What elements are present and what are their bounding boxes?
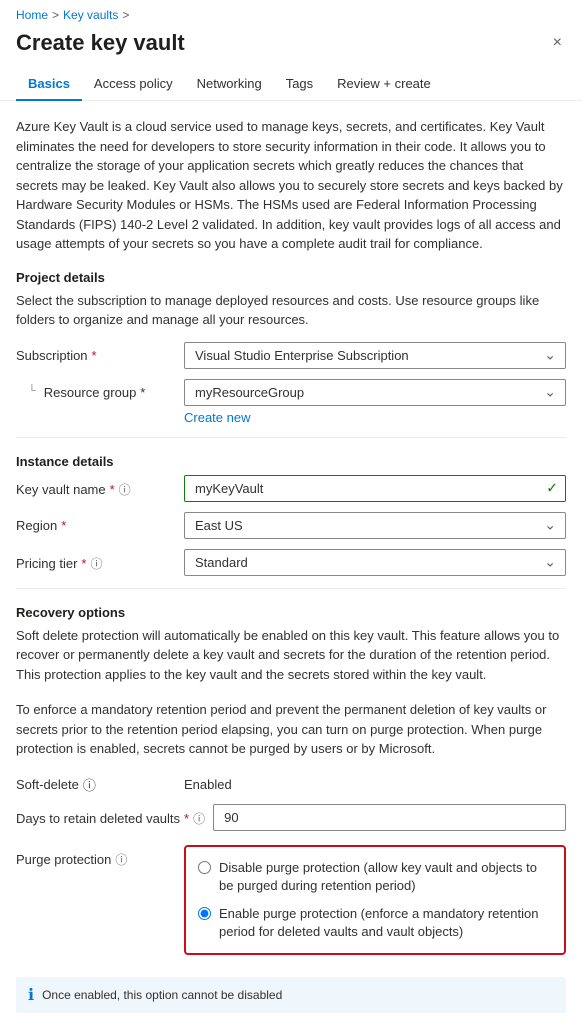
description-text: Azure Key Vault is a cloud service used … xyxy=(16,117,566,254)
days-retain-info-icon[interactable]: ⓘ xyxy=(193,810,205,827)
page-header: Create key vault × xyxy=(0,26,582,68)
info-banner-icon: ℹ xyxy=(28,985,34,1005)
subscription-select-wrapper: Visual Studio Enterprise Subscription xyxy=(184,342,566,369)
project-details-header: Project details xyxy=(16,270,566,285)
resource-group-label: Resource group xyxy=(44,385,137,400)
key-vault-name-input-wrapper: ✓ xyxy=(184,475,566,502)
breadcrumb: Home > Key vaults > xyxy=(0,0,582,26)
soft-delete-row: Soft-delete ⓘ Enabled xyxy=(16,775,566,794)
purge-protection-label: Purge protection ⓘ xyxy=(16,841,176,868)
pricing-tier-label: Pricing tier * ⓘ xyxy=(16,549,176,572)
resource-group-control: myResourceGroup Create new xyxy=(184,379,566,425)
breadcrumb-home[interactable]: Home xyxy=(16,8,48,22)
subscription-label: Subscription * xyxy=(16,342,176,363)
pricing-tier-control: Standard xyxy=(184,549,566,576)
tab-bar: Basics Access policy Networking Tags Rev… xyxy=(0,68,582,101)
key-vault-name-control: ✓ xyxy=(184,475,566,502)
divider-1 xyxy=(16,437,566,438)
purge-enable-option: Enable purge protection (enforce a manda… xyxy=(198,905,552,941)
subscription-row: Subscription * Visual Studio Enterprise … xyxy=(16,342,566,369)
divider-2 xyxy=(16,588,566,589)
breadcrumb-sep2: > xyxy=(122,8,129,22)
purge-enable-label: Enable purge protection (enforce a manda… xyxy=(219,905,552,941)
soft-delete-value: Enabled xyxy=(184,777,232,792)
resource-group-row: └ Resource group * myResourceGroup Creat… xyxy=(16,379,566,425)
resource-group-required: * xyxy=(140,385,145,400)
days-retain-control xyxy=(213,804,566,831)
key-vault-name-info-icon[interactable]: ⓘ xyxy=(119,481,131,498)
days-retain-label: Days to retain deleted vaults * ⓘ xyxy=(16,804,205,827)
purge-protection-options: Disable purge protection (allow key vaul… xyxy=(184,841,566,968)
purge-protection-row: Purge protection ⓘ Disable purge protect… xyxy=(16,841,566,968)
info-banner: ℹ Once enabled, this option cannot be di… xyxy=(16,977,566,1013)
subscription-select[interactable]: Visual Studio Enterprise Subscription xyxy=(184,342,566,369)
recovery-text-2: To enforce a mandatory retention period … xyxy=(16,700,566,759)
region-select-wrapper: East US xyxy=(184,512,566,539)
main-content: Azure Key Vault is a cloud service used … xyxy=(0,101,582,1029)
purge-disable-option: Disable purge protection (allow key vaul… xyxy=(198,859,552,895)
resource-group-select[interactable]: myResourceGroup xyxy=(184,379,566,406)
region-label: Region * xyxy=(16,512,176,533)
tab-access-policy[interactable]: Access policy xyxy=(82,68,185,101)
recovery-options-header: Recovery options xyxy=(16,605,566,620)
close-button[interactable]: × xyxy=(549,30,566,56)
region-row: Region * East US xyxy=(16,512,566,539)
breadcrumb-sep1: > xyxy=(52,8,59,22)
region-control: East US xyxy=(184,512,566,539)
soft-delete-label: Soft-delete ⓘ xyxy=(16,775,176,794)
breadcrumb-keyvaults[interactable]: Key vaults xyxy=(63,8,118,22)
tab-review-create[interactable]: Review + create xyxy=(325,68,443,101)
pricing-tier-select-wrapper: Standard xyxy=(184,549,566,576)
key-vault-name-input[interactable] xyxy=(184,475,566,502)
pricing-tier-info-icon[interactable]: ⓘ xyxy=(90,555,102,572)
indent-line: └ xyxy=(28,385,36,397)
purge-disable-label: Disable purge protection (allow key vaul… xyxy=(219,859,552,895)
tab-tags[interactable]: Tags xyxy=(274,68,325,101)
purge-disable-radio[interactable] xyxy=(198,861,211,874)
purge-protection-box: Disable purge protection (allow key vaul… xyxy=(184,845,566,956)
purge-enable-radio[interactable] xyxy=(198,907,211,920)
key-vault-name-label: Key vault name * ⓘ xyxy=(16,475,176,498)
instance-details-header: Instance details xyxy=(16,454,566,469)
key-vault-name-valid-icon: ✓ xyxy=(546,480,558,497)
pricing-tier-select[interactable]: Standard xyxy=(184,549,566,576)
project-details-subtext: Select the subscription to manage deploy… xyxy=(16,291,566,330)
resource-group-select-wrapper: myResourceGroup xyxy=(184,379,566,406)
purge-protection-info-icon[interactable]: ⓘ xyxy=(115,851,127,868)
recovery-text-1: Soft delete protection will automaticall… xyxy=(16,626,566,685)
tab-basics[interactable]: Basics xyxy=(16,68,82,101)
subscription-required: * xyxy=(92,348,97,363)
tab-networking[interactable]: Networking xyxy=(185,68,274,101)
subscription-control: Visual Studio Enterprise Subscription xyxy=(184,342,566,369)
days-retain-input[interactable] xyxy=(213,804,566,831)
page-title: Create key vault xyxy=(16,30,185,56)
info-banner-text: Once enabled, this option cannot be disa… xyxy=(42,988,282,1002)
soft-delete-info-icon[interactable]: ⓘ xyxy=(83,775,96,794)
key-vault-name-row: Key vault name * ⓘ ✓ xyxy=(16,475,566,502)
create-new-link[interactable]: Create new xyxy=(184,410,250,425)
region-select[interactable]: East US xyxy=(184,512,566,539)
resource-group-label-wrapper: └ Resource group * xyxy=(16,379,176,400)
days-retain-row: Days to retain deleted vaults * ⓘ xyxy=(16,804,566,831)
pricing-tier-row: Pricing tier * ⓘ Standard xyxy=(16,549,566,576)
